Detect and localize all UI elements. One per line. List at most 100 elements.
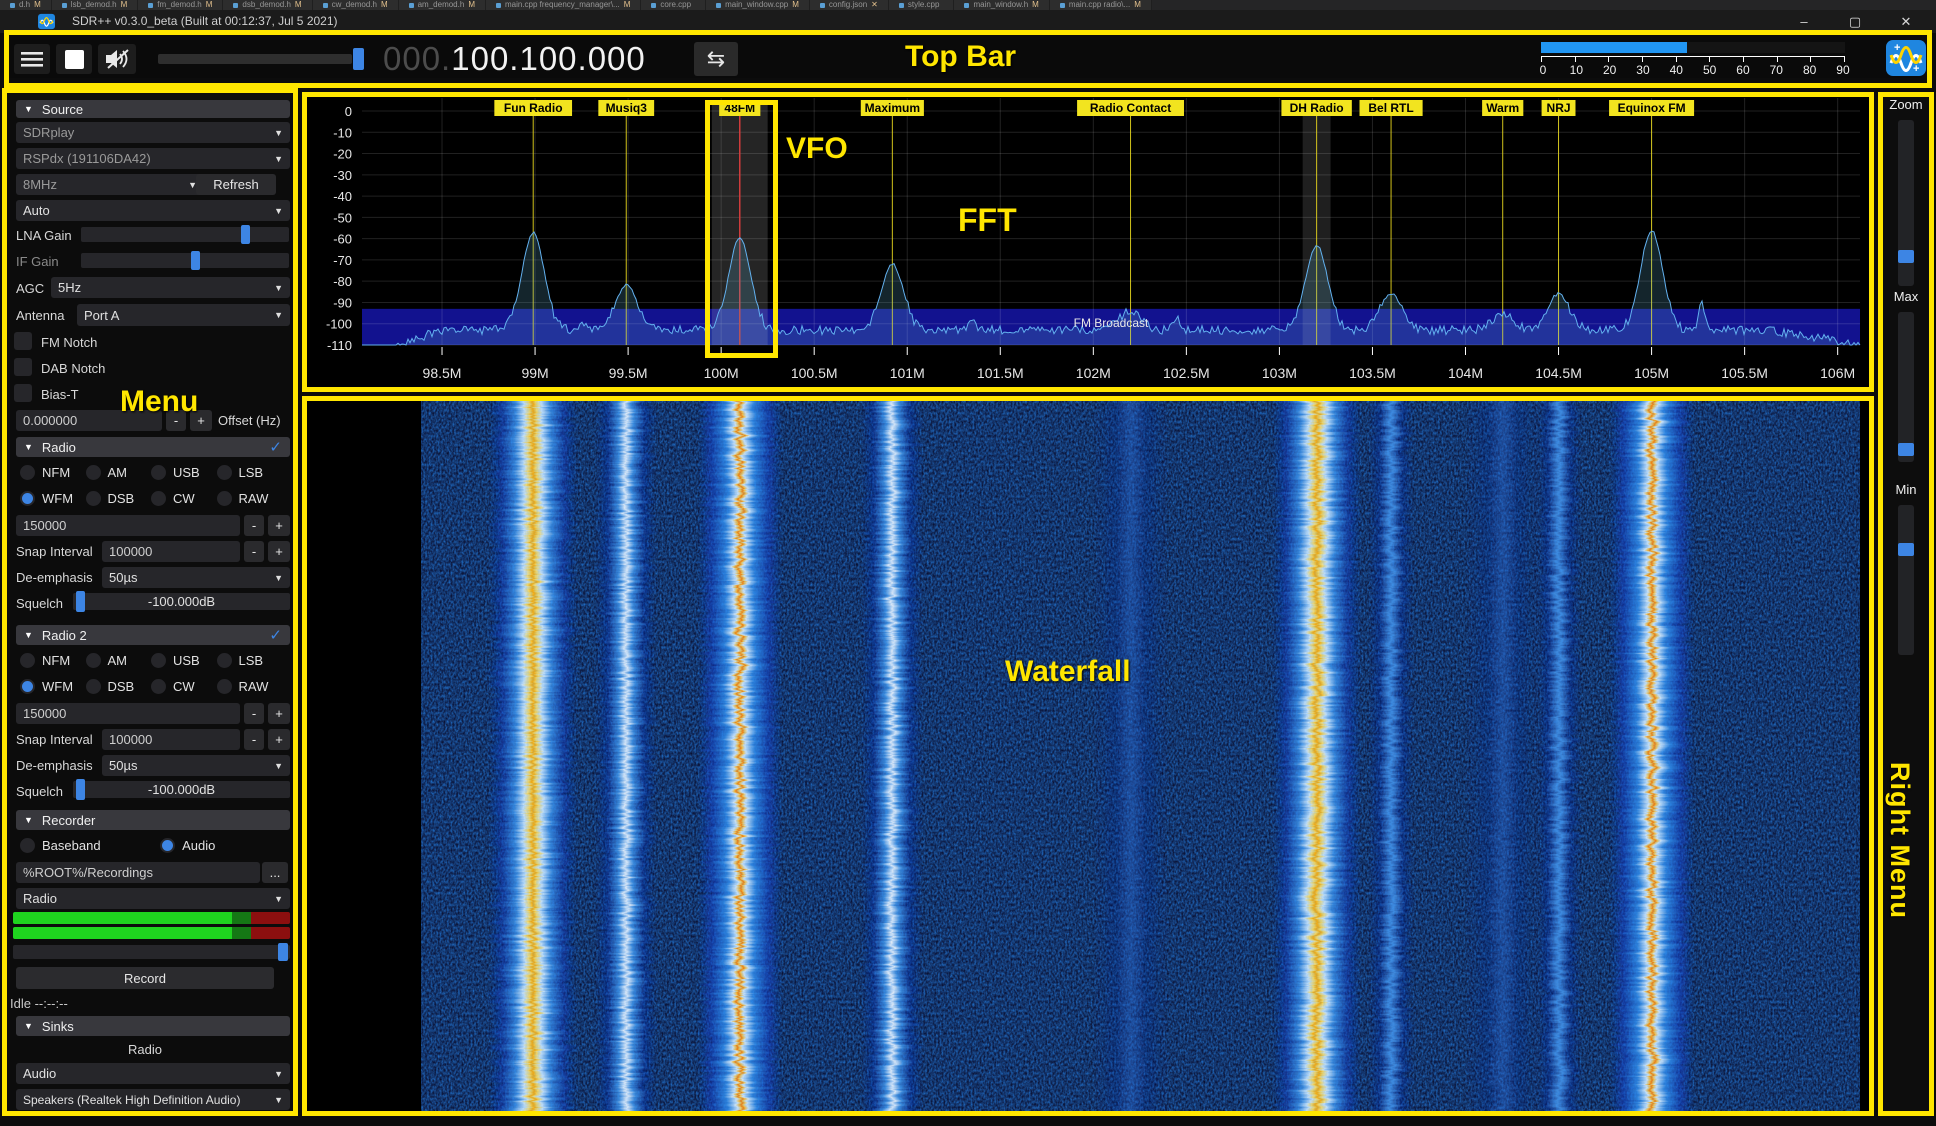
mode-dsb[interactable]: DSB xyxy=(86,677,152,695)
mode-wfm[interactable]: WFM xyxy=(20,677,86,695)
zoom-slider-handle[interactable] xyxy=(1898,250,1914,263)
radio-section-header[interactable]: ▼Radio ✓ xyxy=(16,437,290,457)
vscode-tab[interactable]: main.cpp frequency_manager\... M xyxy=(486,0,641,10)
vscode-tab[interactable]: lsb_demod.h M xyxy=(52,0,138,10)
squelch-slider-handle[interactable] xyxy=(76,779,85,800)
max-slider[interactable] xyxy=(1898,312,1914,462)
squelch-slider[interactable]: -100.000dB xyxy=(73,781,290,798)
mode-wfm[interactable]: WFM xyxy=(20,489,86,507)
max-slider-handle[interactable] xyxy=(1898,443,1914,456)
vscode-tab[interactable]: main_window.h M xyxy=(954,0,1049,10)
vscode-tab[interactable]: style.cpp xyxy=(889,0,955,10)
squelch-slider[interactable]: -100.000dB xyxy=(73,593,290,610)
mode-lsb[interactable]: LSB xyxy=(217,651,283,669)
mode-am[interactable]: AM xyxy=(86,463,152,481)
frequency-digits[interactable]: 100.100.000 xyxy=(451,40,646,77)
close-button[interactable]: ✕ xyxy=(1884,14,1928,30)
bias-t-checkbox[interactable] xyxy=(14,384,32,402)
fft-display[interactable] xyxy=(307,97,1869,387)
mode-dsb[interactable]: DSB xyxy=(86,489,152,507)
samplerate-select[interactable]: 8MHz▼ xyxy=(16,174,204,195)
vscode-tab[interactable]: d.h M xyxy=(0,0,52,10)
if-mode-select[interactable]: Auto▼ xyxy=(16,200,290,221)
sinks-section-header[interactable]: ▼Sinks xyxy=(16,1016,290,1036)
dab-notch-checkbox[interactable] xyxy=(14,358,32,376)
recorder-volume-slider[interactable] xyxy=(13,945,290,959)
mode-cw[interactable]: CW xyxy=(151,677,217,695)
snap-plus-button[interactable]: + xyxy=(268,729,290,750)
min-slider[interactable] xyxy=(1898,505,1914,655)
vscode-tab[interactable]: fm_demod.h M xyxy=(138,0,223,10)
enabled-check-icon[interactable]: ✓ xyxy=(269,626,282,644)
offset-plus-button[interactable]: + xyxy=(190,410,212,431)
lna-gain-slider[interactable] xyxy=(81,227,289,242)
mode-raw[interactable]: RAW xyxy=(217,677,283,695)
bandwidth-minus-button[interactable]: - xyxy=(244,515,264,536)
squelch-slider-handle[interactable] xyxy=(76,591,85,612)
recorder-section-header[interactable]: ▼Recorder xyxy=(16,810,290,830)
if-gain-slider[interactable] xyxy=(81,253,289,268)
bandwidth-input[interactable]: 150000 xyxy=(16,703,240,724)
sink-device-select[interactable]: Speakers (Realtek High Definition Audio)… xyxy=(16,1089,290,1110)
minimize-button[interactable]: – xyxy=(1782,14,1826,29)
mode-am[interactable]: AM xyxy=(86,651,152,669)
recorder-volume-handle[interactable] xyxy=(278,943,288,961)
vscode-tab[interactable]: main_window.cpp M xyxy=(706,0,810,10)
vscode-tab[interactable]: am_demod.h M xyxy=(399,0,486,10)
bandwidth-plus-button[interactable]: + xyxy=(268,703,290,724)
tuning-mode-button[interactable]: ⇆ xyxy=(694,42,738,76)
record-button[interactable]: Record xyxy=(16,967,274,989)
enabled-check-icon[interactable]: ✓ xyxy=(269,438,282,456)
stop-button[interactable] xyxy=(56,44,92,74)
vscode-tab[interactable]: config.json ✕ xyxy=(810,0,889,10)
mute-button[interactable] xyxy=(98,44,136,74)
mode-raw[interactable]: RAW xyxy=(217,489,283,507)
mode-cw[interactable]: CW xyxy=(151,489,217,507)
source-driver-select[interactable]: SDRplay▼ xyxy=(16,122,290,143)
source-section-header[interactable]: ▼Source xyxy=(16,100,290,118)
fm-notch-checkbox[interactable] xyxy=(14,332,32,350)
bandwidth-plus-button[interactable]: + xyxy=(268,515,290,536)
recorder-baseband-option[interactable]: Baseband xyxy=(20,836,160,854)
mode-nfm[interactable]: NFM xyxy=(20,463,86,481)
mode-usb[interactable]: USB xyxy=(151,651,217,669)
waterfall-display[interactable] xyxy=(307,401,1869,1111)
lna-gain-slider-handle[interactable] xyxy=(241,225,250,244)
bandwidth-input[interactable]: 150000 xyxy=(16,515,240,536)
refresh-button[interactable]: Refresh xyxy=(196,174,276,195)
mode-nfm[interactable]: NFM xyxy=(20,651,86,669)
deemphasis-select[interactable]: 50µs▼ xyxy=(102,755,290,776)
hamburger-menu-button[interactable] xyxy=(14,44,50,74)
sink-type-select[interactable]: Audio▼ xyxy=(16,1063,290,1084)
snap-plus-button[interactable]: + xyxy=(268,541,290,562)
frequency-dim-digits[interactable]: 000. xyxy=(383,40,451,77)
recording-path-input[interactable]: %ROOT%/Recordings xyxy=(16,862,260,883)
deemphasis-select[interactable]: 50µs▼ xyxy=(102,567,290,588)
snap-interval-input[interactable]: 100000 xyxy=(102,729,240,750)
snap-minus-button[interactable]: - xyxy=(244,729,264,750)
snap-minus-button[interactable]: - xyxy=(244,541,264,562)
maximize-button[interactable]: ▢ xyxy=(1833,14,1877,30)
if-gain-slider-handle[interactable] xyxy=(191,251,200,270)
recorder-audio-option[interactable]: Audio xyxy=(160,836,282,854)
mode-lsb[interactable]: LSB xyxy=(217,463,283,481)
antenna-select[interactable]: Port A▼ xyxy=(77,304,290,326)
source-device-select[interactable]: RSPdx (191106DA42)▼ xyxy=(16,148,290,169)
mode-usb[interactable]: USB xyxy=(151,463,217,481)
agc-select[interactable]: 5Hz▼ xyxy=(51,277,290,298)
frequency-display[interactable]: 000.100.100.000 xyxy=(383,38,646,80)
browse-button[interactable]: ... xyxy=(262,862,288,883)
offset-minus-button[interactable]: - xyxy=(166,410,186,431)
bandwidth-minus-button[interactable]: - xyxy=(244,703,264,724)
vscode-tab[interactable]: core.cpp xyxy=(641,0,706,10)
offset-input[interactable]: 0.000000 xyxy=(16,410,162,431)
radio2-section-header[interactable]: ▼Radio 2 ✓ xyxy=(16,625,290,645)
volume-slider-handle[interactable] xyxy=(353,48,364,70)
vscode-tab[interactable]: main.cpp radio\... M xyxy=(1050,0,1152,10)
snap-interval-input[interactable]: 100000 xyxy=(102,541,240,562)
volume-slider[interactable] xyxy=(158,54,352,64)
vscode-tab[interactable]: cw_demod.h M xyxy=(313,0,399,10)
vscode-tab[interactable]: dsb_demod.h M xyxy=(223,0,312,10)
min-slider-handle[interactable] xyxy=(1898,543,1914,556)
recorder-stream-select[interactable]: Radio▼ xyxy=(16,888,290,909)
